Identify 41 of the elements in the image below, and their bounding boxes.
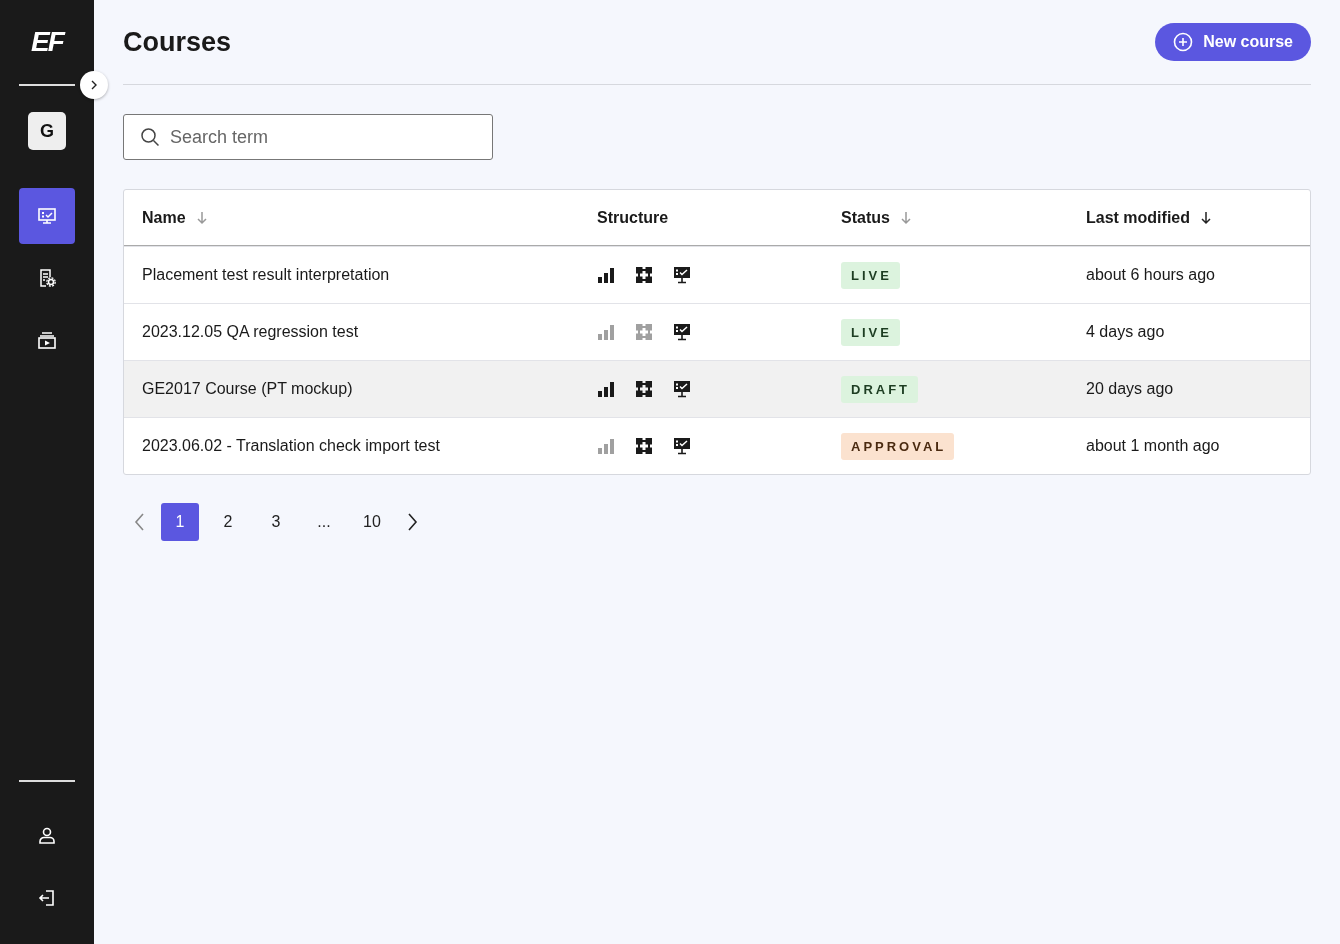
expand-button[interactable] xyxy=(80,71,108,99)
status-badge: APPROVAL xyxy=(841,432,955,460)
logo: EF xyxy=(31,26,63,58)
logout-icon xyxy=(37,888,57,908)
sort-arrow-icon[interactable] xyxy=(1200,210,1212,225)
column-header[interactable]: Status xyxy=(841,208,890,227)
table-row[interactable]: 2023.06.02 - Translation check import test APPROVAL about 1 month ago xyxy=(124,417,1310,474)
page-title: Courses xyxy=(123,26,232,58)
page-button[interactable]: 1 xyxy=(161,503,199,541)
column-header: Structure xyxy=(597,208,669,227)
table-row[interactable]: Placement test result interpretation LIVE about 6 hours ago xyxy=(124,246,1310,303)
media-icon xyxy=(37,330,57,350)
modified-time: about 1 month ago xyxy=(1086,437,1220,455)
column-header[interactable]: Last modified xyxy=(1086,208,1190,227)
page-button[interactable]: 10 xyxy=(353,503,391,541)
page-button[interactable]: ... xyxy=(305,503,343,541)
avatar[interactable]: G xyxy=(28,112,66,150)
highlighted-row[interactable]: GE2017 Course (PT mockup) DRAFT 20 days ago xyxy=(124,360,1310,417)
document-gear-icon xyxy=(37,268,57,288)
search-field[interactable]: Search term xyxy=(123,114,493,160)
course-name: GE2017 Course (PT mockup) xyxy=(142,380,353,398)
search-icon xyxy=(140,127,160,147)
status-badge: LIVE xyxy=(841,318,900,346)
new-course-button[interactable]: New course xyxy=(1155,23,1311,61)
user-icon xyxy=(37,826,57,846)
plus-circle-icon xyxy=(1173,32,1194,52)
course-name: 2023.06.02 - Translation check import test xyxy=(142,437,440,455)
column-header[interactable]: Name xyxy=(142,208,186,227)
chevron-right-icon xyxy=(405,512,419,532)
modified-time: 20 days ago xyxy=(1086,380,1174,398)
chevron-left-icon xyxy=(133,512,147,532)
modified-time: about 6 hours ago xyxy=(1086,266,1215,284)
page-button[interactable]: 2 xyxy=(209,503,247,541)
monitor-icon xyxy=(37,206,57,226)
monitor-nav-button[interactable] xyxy=(19,188,75,244)
modified-time: 4 days ago xyxy=(1086,323,1165,341)
course-name: Placement test result interpretation xyxy=(142,266,390,284)
course-name: 2023.12.05 QA regression test xyxy=(142,323,359,341)
page-button[interactable]: 3 xyxy=(257,503,295,541)
status-badge: LIVE xyxy=(841,261,900,289)
status-badge: DRAFT xyxy=(841,375,919,403)
